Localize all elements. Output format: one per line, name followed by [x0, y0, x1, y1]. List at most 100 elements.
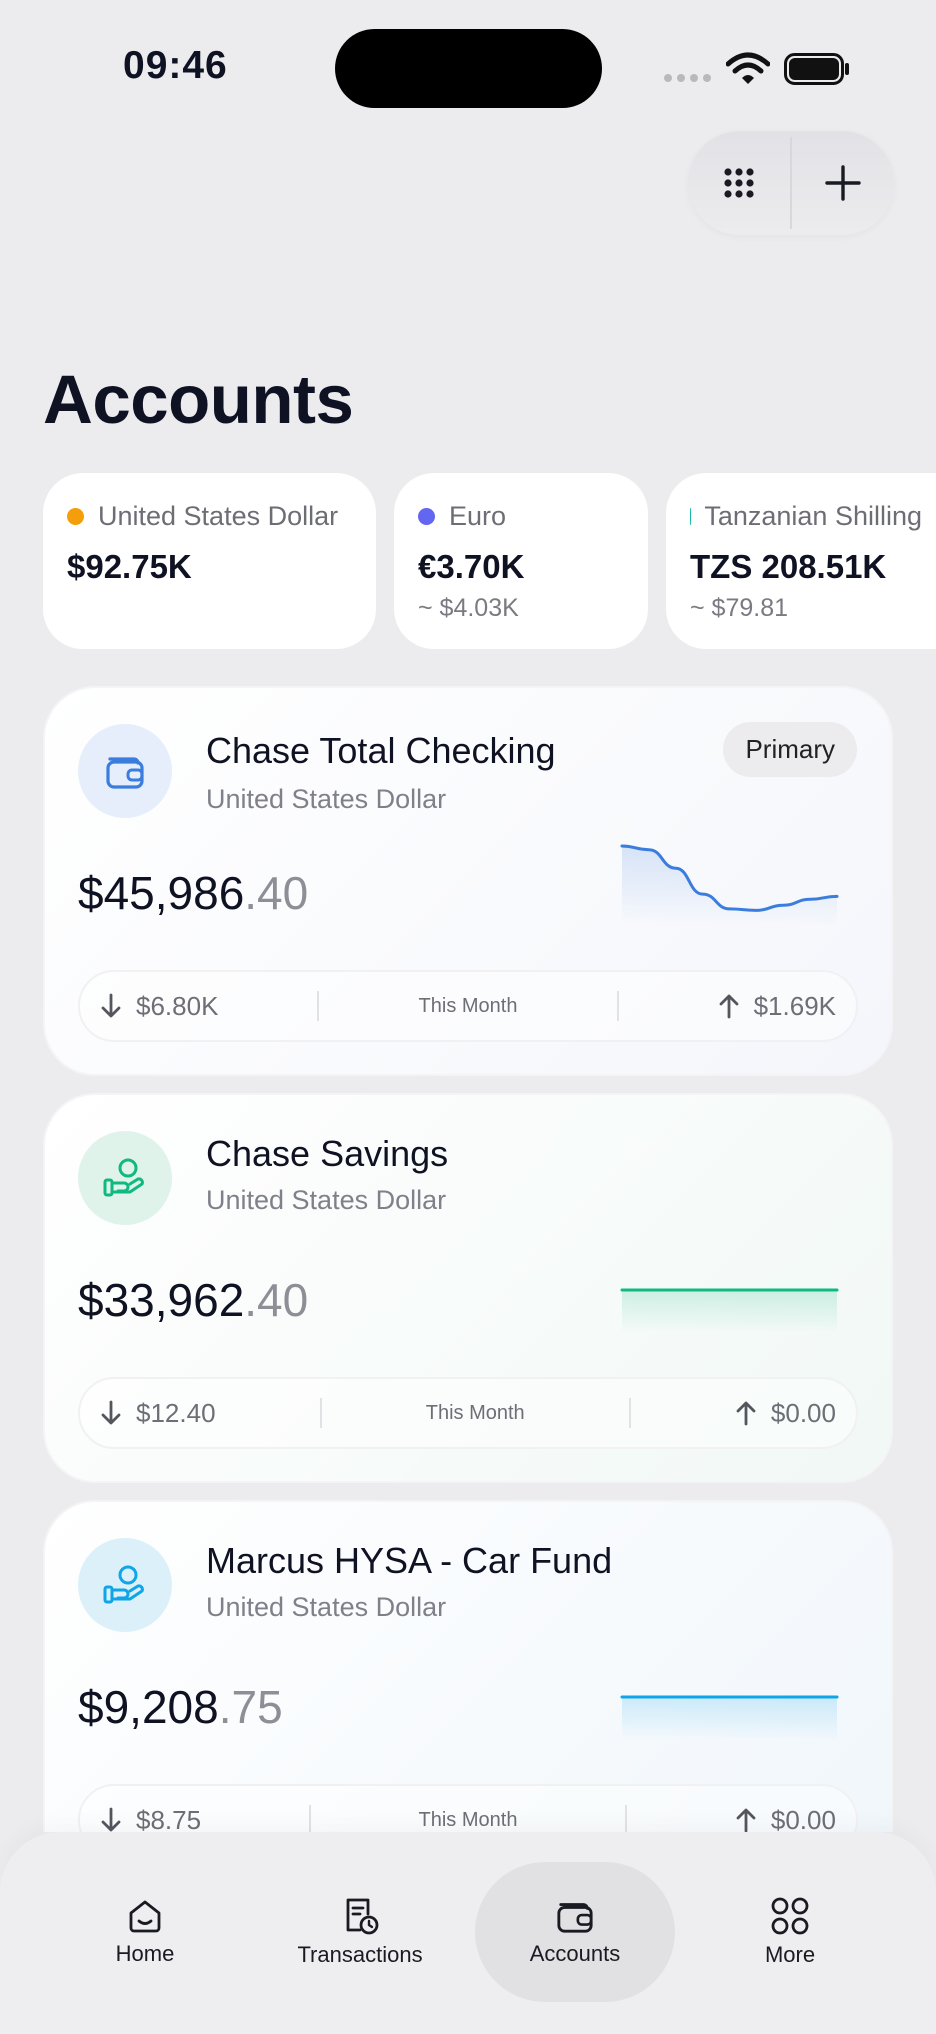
top-controls	[688, 131, 894, 235]
balance-cents: .40	[244, 867, 309, 919]
tab-label: Accounts	[529, 1941, 621, 1966]
bottom-tab-bar: Home Transactions Accounts More	[0, 1832, 936, 2034]
tab-label: Transactions	[297, 1942, 423, 1967]
arrow-down-icon	[101, 993, 121, 1018]
tab-label: More	[764, 1942, 816, 1967]
account-currency: United States Dollar	[206, 1592, 447, 1622]
monthly-flow-summary: $12.40 This Month $0.00	[78, 1377, 858, 1449]
arrow-up-icon	[736, 1808, 756, 1833]
currency-card-usd[interactable]: United States Dollar $92.75K	[43, 473, 376, 649]
balance-cents: .75	[218, 1681, 283, 1733]
account-name: Chase Savings	[206, 1133, 449, 1174]
footer-separator	[317, 991, 320, 1021]
account-icon-wrap	[78, 1538, 172, 1632]
currency-dot	[418, 508, 435, 525]
outflow-amount: $12.40	[136, 1397, 216, 1428]
account-icon-wrap	[78, 724, 172, 818]
period-label: This Month	[418, 1808, 518, 1831]
primary-badge: Primary	[723, 722, 857, 777]
cellular-signal-icon	[664, 74, 711, 82]
hand-coin-icon	[103, 1565, 144, 1604]
footer-separator	[628, 1398, 631, 1428]
page-title: Accounts	[43, 361, 354, 438]
currency-dot	[67, 508, 84, 525]
arrow-up-icon	[719, 994, 738, 1019]
account-currency: United States Dollar	[206, 1185, 447, 1215]
currency-approx-usd: ~ $79.81	[690, 594, 789, 622]
balance-trend-sparkline	[620, 1288, 839, 1333]
tab-home[interactable]: Home	[45, 1862, 245, 2002]
sparkline-area	[622, 846, 837, 926]
currency-approx-usd: ~ $4.03K	[418, 594, 519, 622]
account-card-chase-checking[interactable]: Chase Total Checking United States Dolla…	[43, 686, 893, 1076]
account-name: Chase Total Checking	[206, 730, 556, 771]
footer-separator	[308, 1805, 311, 1835]
outflow: $12.40	[100, 1398, 216, 1429]
footer-separator	[319, 1398, 322, 1428]
inflow-amount: $1.69K	[753, 990, 836, 1021]
account-balance: $9,208.75	[78, 1680, 283, 1734]
monthly-flow-summary: $6.80K This Month $1.69K	[78, 970, 858, 1042]
wifi-icon	[726, 52, 770, 84]
currency-summary-row: United States Dollar $92.75K Euro €3.70K…	[43, 473, 936, 649]
sparkline-area	[622, 1290, 837, 1333]
account-name: Marcus HYSA - Car Fund	[206, 1540, 613, 1581]
grid-circles-icon	[771, 1897, 809, 1935]
currency-name: Euro	[449, 501, 507, 531]
period-label: This Month	[418, 994, 518, 1017]
tab-more[interactable]: More	[690, 1862, 890, 2002]
tab-transactions[interactable]: Transactions	[260, 1862, 460, 2002]
grid-menu-button[interactable]	[688, 131, 790, 235]
arrow-up-icon	[736, 1401, 756, 1426]
inflow: $0.00	[735, 1805, 836, 1836]
inflow: $1.69K	[718, 991, 836, 1022]
account-card-chase-savings[interactable]: Chase Savings United States Dollar $33,9…	[43, 1093, 893, 1483]
arrow-down-icon	[101, 1400, 121, 1425]
outflow-amount: $8.75	[136, 1804, 202, 1835]
currency-card-header: United States Dollar	[67, 501, 352, 532]
inflow-amount: $0.00	[770, 1804, 836, 1835]
period-label: This Month	[425, 1401, 525, 1424]
tab-label: Home	[115, 1941, 175, 1966]
footer-separator	[625, 1805, 628, 1835]
outflow-amount: $6.80K	[136, 990, 219, 1021]
battery-icon	[784, 53, 849, 85]
currency-amount: $92.75K	[67, 548, 192, 585]
arrow-down-icon	[101, 1807, 121, 1832]
wallet-icon	[557, 1903, 593, 1933]
inflow-amount: $0.00	[770, 1397, 836, 1428]
accounts-screen: 09:46 Accounts United States Dollar $92.…	[0, 0, 936, 2034]
plus-icon	[825, 165, 861, 201]
currency-amount: €3.70K	[418, 548, 525, 585]
account-balance: $45,986.40	[78, 866, 308, 920]
currency-card-header: Tanzanian Shilling	[690, 501, 922, 532]
balance-trend-sparkline	[620, 1695, 839, 1740]
status-time: 09:46	[123, 44, 228, 87]
wallet-icon	[106, 757, 144, 789]
outflow: $8.75	[100, 1805, 201, 1836]
tab-accounts[interactable]: Accounts	[475, 1862, 675, 2002]
account-balance: $33,962.40	[78, 1273, 308, 1327]
receipt-clock-icon	[346, 1898, 379, 1935]
balance-whole: $33,962	[78, 1274, 245, 1326]
currency-card-eur[interactable]: Euro €3.70K ~ $4.03K	[394, 473, 648, 649]
inflow: $0.00	[735, 1398, 836, 1429]
balance-whole: $9,208	[78, 1681, 219, 1733]
hand-coin-icon	[103, 1158, 144, 1197]
account-icon-wrap	[78, 1131, 172, 1225]
currency-card-tzs[interactable]: Tanzanian Shilling TZS 208.51K ~ $79.81	[666, 473, 936, 649]
currency-name: Tanzanian Shilling	[704, 501, 922, 531]
currency-amount: TZS 208.51K	[690, 548, 887, 585]
balance-whole: $45,986	[78, 867, 245, 919]
dots-grid-icon	[724, 168, 754, 198]
account-currency: United States Dollar	[206, 784, 447, 814]
outflow: $6.80K	[100, 991, 218, 1022]
balance-trend-sparkline	[620, 844, 839, 926]
currency-name: United States Dollar	[98, 501, 339, 531]
balance-cents: .40	[244, 1274, 309, 1326]
sparkline-area	[622, 1697, 837, 1740]
home-icon	[129, 1900, 161, 1933]
add-account-button[interactable]	[792, 131, 894, 235]
dynamic-island	[335, 29, 602, 108]
footer-separator	[616, 991, 619, 1021]
